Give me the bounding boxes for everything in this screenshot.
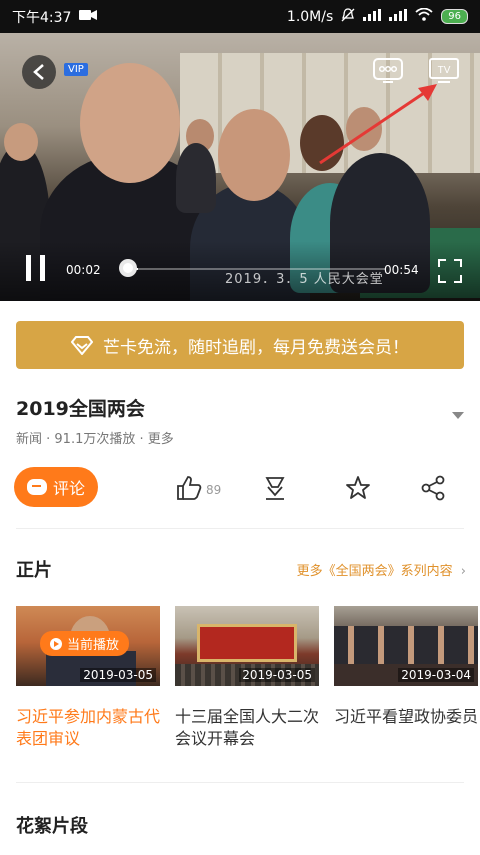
thumbnail-audience — [334, 626, 478, 666]
program-title: 2019全国两会 — [16, 398, 145, 420]
divider — [16, 782, 464, 783]
download-icon — [265, 477, 285, 500]
status-time: 下午4:37 — [12, 9, 72, 26]
network-speed: 1.0M/s — [286, 8, 334, 25]
episode-thumbnail[interactable]: 当前播放 2019-03-05 — [16, 606, 160, 686]
comment-icon — [26, 479, 47, 495]
now-playing-label: 当前播放 — [67, 638, 120, 653]
chevron-right-icon: › — [460, 564, 466, 579]
like-button[interactable]: 89 — [176, 470, 221, 506]
now-playing-badge: 当前播放 — [40, 631, 130, 656]
video-player[interactable]: VIP TV 00:02 2019．3．5 人民大会堂 00:54 — [0, 33, 480, 301]
episodes-section-title: 正片 — [16, 560, 52, 581]
battery-indicator: 96 — [441, 9, 468, 24]
episode-date: 2019-03-05 — [80, 668, 156, 682]
promo-banner-text: 芒卡免流，随时追剧，每月免费送会员！ — [103, 337, 409, 358]
expand-icon[interactable] — [452, 412, 464, 419]
more-series-label: 更多《全国两会》系列内容 — [296, 564, 453, 579]
star-icon — [346, 476, 370, 499]
episode-title[interactable]: 习近平看望政协委员 — [334, 706, 480, 728]
like-count: 89 — [206, 483, 222, 497]
wifi-icon — [415, 7, 433, 25]
episode-date: 2019-03-04 — [398, 668, 474, 682]
fullscreen-button[interactable] — [438, 259, 462, 283]
pause-button[interactable] — [26, 255, 46, 281]
episode-date: 2019-03-05 — [239, 668, 315, 682]
play-icon — [50, 637, 62, 650]
pause-bar-icon — [26, 255, 31, 281]
signal-icon — [363, 8, 382, 25]
diamond-icon — [71, 336, 93, 355]
download-button[interactable] — [262, 470, 288, 506]
current-time: 00:02 — [66, 263, 101, 277]
video-recording-icon — [79, 9, 98, 25]
episode-title[interactable]: 习近平参加内蒙古代表团审议 — [16, 706, 164, 750]
thumbs-up-icon — [177, 476, 202, 500]
progress-knob[interactable] — [119, 259, 137, 277]
status-bar: 下午4:37 1.0M/s 96 — [0, 0, 480, 33]
share-icon — [421, 475, 445, 501]
mute-icon — [341, 7, 355, 26]
episode-thumbnail[interactable]: 2019-03-05 — [175, 606, 319, 686]
signal-icon-2 — [389, 8, 408, 25]
pause-bar-icon — [40, 255, 45, 281]
more-series-link[interactable]: 更多《全国两会》系列内容 › — [297, 560, 466, 579]
thumbnail-stage — [197, 624, 297, 662]
video-caption: 2019．3．5 人民大会堂 — [225, 272, 384, 287]
comment-label: 评论 — [52, 479, 85, 498]
promo-banner[interactable]: 芒卡免流，随时追剧，每月免费送会员！ — [16, 321, 464, 369]
duration-time: 00:54 — [384, 263, 419, 277]
episode-thumbnail[interactable]: 2019-03-04 — [334, 606, 478, 686]
comment-button[interactable]: 评论 — [14, 467, 98, 507]
fullscreen-icon — [438, 259, 462, 283]
clips-section-title: 花絮片段 — [16, 816, 88, 837]
share-button[interactable] — [420, 470, 446, 506]
episode-title[interactable]: 十三届全国人大二次会议开幕会 — [175, 706, 323, 750]
favorite-button[interactable] — [345, 470, 371, 506]
program-meta[interactable]: 新闻 · 91.1万次播放 · 更多 — [16, 428, 174, 447]
divider — [16, 528, 464, 529]
